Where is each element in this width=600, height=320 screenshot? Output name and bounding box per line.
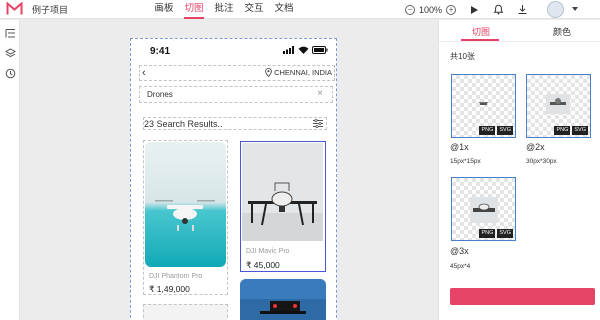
chevron-down-icon[interactable] [572, 7, 578, 11]
close-icon[interactable]: × [317, 88, 323, 99]
format-badge[interactable]: SVG [497, 126, 513, 135]
asset-scale: @1x [450, 142, 469, 152]
asset-scale: @3x [450, 246, 469, 256]
location-pin-icon [265, 68, 272, 77]
format-badges: PNG SVG [554, 126, 588, 135]
zoom-out-button[interactable]: − [405, 4, 415, 15]
header-row: ‹ CHENNAI, INDIA [139, 65, 335, 81]
asset-size: 45px*4 [450, 263, 471, 270]
tab-slices[interactable]: 切图 [472, 25, 490, 38]
filter-icon[interactable] [313, 119, 323, 128]
format-badges: PNG SVG [479, 229, 513, 238]
back-arrow-icon[interactable]: ‹ [142, 67, 146, 79]
nav-annotations[interactable]: 批注 [209, 0, 239, 19]
nav-slices[interactable]: 切图 [179, 0, 209, 19]
product-price: ₹ 45,000 [246, 260, 280, 270]
artboard-phone[interactable]: 9:41 ‹ CHENNAI, INDIA Drones × 23 Search… [130, 38, 337, 320]
app-logo-icon[interactable] [6, 2, 23, 16]
status-bar: 9:41 [131, 43, 336, 59]
bell-icon[interactable] [492, 4, 504, 16]
asset-thumbnail-3x[interactable]: PNG SVG [451, 177, 516, 241]
download-icon[interactable] [516, 4, 528, 16]
slice-count: 共10张 [450, 52, 475, 61]
format-badge[interactable]: PNG [479, 229, 496, 238]
zoom-level: 100% [419, 4, 443, 15]
inspector-panel: 切图 颜色 共10张 PNG SVG @1x 15px*15px PNG SVG… [438, 20, 600, 320]
design-canvas[interactable]: 9:41 ‹ CHENNAI, INDIA Drones × 23 Search… [21, 20, 437, 320]
drone-asset-icon [546, 94, 570, 114]
status-time: 9:41 [150, 46, 171, 57]
zoom-in-button[interactable]: + [446, 4, 457, 15]
battery-icon [312, 46, 328, 54]
asset-thumbnail-1x[interactable]: PNG SVG [451, 74, 516, 138]
product-image-drone-phantom [145, 142, 226, 267]
toolbar: − 100% + [405, 0, 528, 19]
project-name[interactable]: 例子项目 [32, 3, 68, 16]
drone-asset-icon [479, 102, 488, 105]
results-header: 23 Search Results.. [143, 117, 327, 130]
results-count: 23 Search Results.. [144, 119, 223, 129]
outline-list-icon[interactable] [5, 28, 16, 39]
asset-thumbnail-2x[interactable]: PNG SVG [526, 74, 591, 138]
asset-scale: @2x [526, 142, 545, 152]
format-badge[interactable]: PNG [554, 126, 571, 135]
active-tab-indicator [461, 39, 499, 41]
asset-size: 30px*30px [526, 158, 557, 165]
product-image-drone-mavic [242, 143, 323, 241]
tab-colors[interactable]: 颜色 [553, 25, 571, 38]
nav-interaction[interactable]: 交互 [239, 0, 269, 19]
search-value: Drones [147, 90, 173, 99]
product-card[interactable]: DJI Phantom Pro ₹ 1,49,000 [143, 140, 228, 295]
product-price: ₹ 1,49,000 [149, 284, 190, 294]
signal-icon [283, 46, 294, 54]
layers-icon[interactable] [5, 48, 16, 59]
wifi-icon [298, 46, 309, 54]
product-image-drone [240, 279, 326, 320]
nav-docs[interactable]: 文档 [269, 0, 299, 19]
format-badges: PNG SVG [479, 126, 513, 135]
search-input[interactable]: Drones × [139, 86, 333, 103]
product-card[interactable] [240, 279, 326, 320]
product-name: DJI Mavic Pro [246, 248, 290, 255]
panel-tabs: 切图 颜色 [439, 20, 600, 42]
product-card-selected[interactable]: DJI Mavic Pro ₹ 45,000 [240, 141, 326, 272]
status-icons [283, 46, 328, 54]
history-clock-icon[interactable] [5, 68, 16, 79]
format-badge[interactable]: PNG [479, 126, 496, 135]
avatar[interactable] [547, 1, 564, 18]
left-sidebar [0, 20, 20, 320]
nav-artboard[interactable]: 画板 [149, 0, 179, 19]
drone-asset-icon [470, 197, 498, 223]
format-badge[interactable]: SVG [497, 229, 513, 238]
asset-size: 15px*15px [450, 158, 481, 165]
play-icon[interactable] [468, 4, 480, 16]
format-badge[interactable]: SVG [572, 126, 588, 135]
product-name: DJI Phantom Pro [149, 273, 203, 280]
location-selector[interactable]: CHENNAI, INDIA [265, 68, 332, 77]
download-button[interactable] [450, 288, 595, 305]
product-card[interactable] [143, 304, 228, 320]
location-label: CHENNAI, INDIA [274, 68, 332, 77]
main-nav: 画板 切图 批注 交互 文档 [149, 0, 299, 19]
top-bar: 例子项目 画板 切图 批注 交互 文档 − 100% + [0, 0, 600, 19]
